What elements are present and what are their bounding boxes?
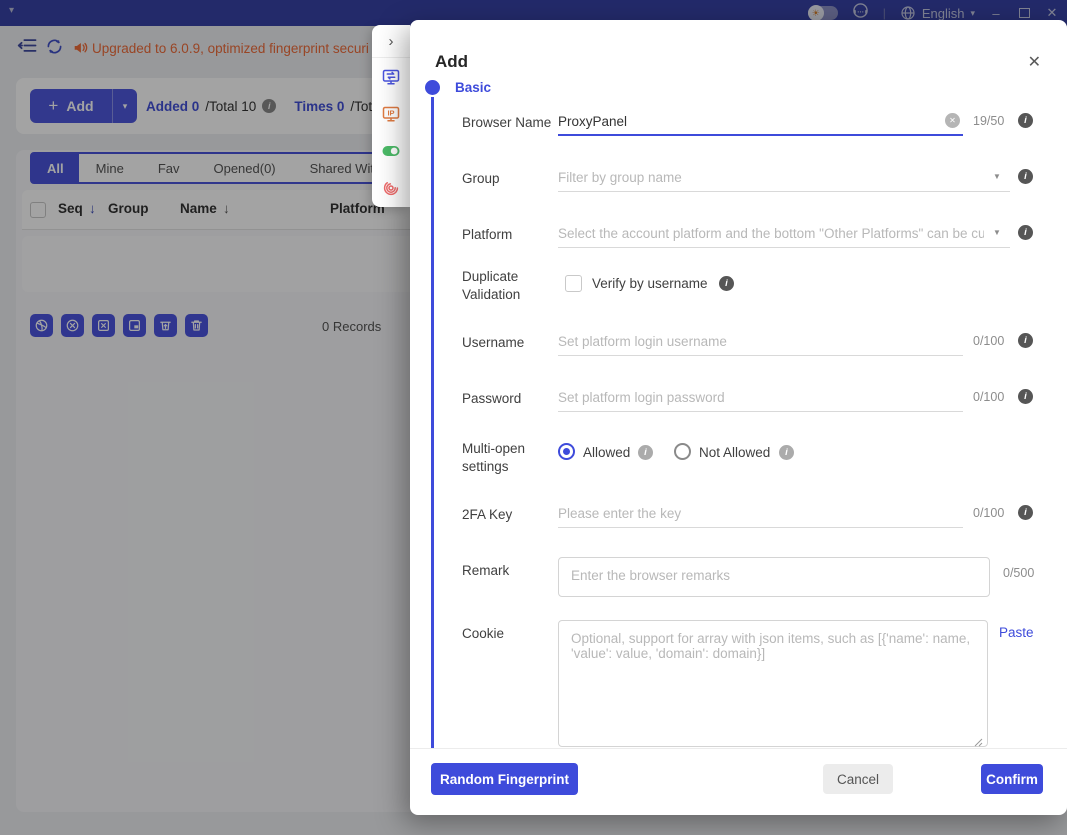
- username-row: Username 0/100 i: [462, 324, 1042, 362]
- duplicate-validation-row: Duplicate Validation Verify by username i: [462, 266, 1042, 314]
- allowed-radio[interactable]: [558, 443, 575, 460]
- group-select[interactable]: [558, 164, 1010, 192]
- ip-check-icon[interactable]: IP: [372, 95, 410, 132]
- remark-counter: 0/500: [1003, 566, 1047, 580]
- verify-username-checkbox[interactable]: [565, 275, 582, 292]
- twofa-row: 2FA Key 0/100 i: [462, 496, 1042, 534]
- allowed-info-icon[interactable]: i: [638, 445, 653, 460]
- password-counter: 0/100: [973, 390, 1017, 404]
- svg-text:IP: IP: [387, 108, 394, 117]
- twofa-counter: 0/100: [973, 506, 1017, 520]
- browser-name-label: Browser Name: [462, 114, 552, 132]
- multi-open-label: Multi-open settings: [462, 440, 552, 476]
- group-label: Group: [462, 170, 552, 188]
- toggle-on-icon[interactable]: [372, 132, 410, 169]
- platform-select[interactable]: [558, 220, 1010, 248]
- clear-input-icon[interactable]: ✕: [945, 113, 960, 128]
- password-info-icon[interactable]: i: [1018, 389, 1033, 404]
- modal-footer: Random Fingerprint Cancel Confirm: [410, 748, 1067, 815]
- screen-sync-icon[interactable]: [372, 58, 410, 95]
- paste-link[interactable]: Paste: [999, 625, 1034, 640]
- add-browser-modal: Add ✕ Basic Browser Name ✕ 19/50 i Group…: [410, 20, 1067, 815]
- browser-name-counter: 19/50: [973, 114, 1017, 128]
- multi-open-row: Multi-open settings Allowed i Not Allowe…: [462, 432, 1042, 480]
- modal-close-icon[interactable]: ✕: [1028, 52, 1041, 72]
- browser-name-input[interactable]: [558, 108, 963, 136]
- not-allowed-label: Not Allowed: [699, 445, 770, 460]
- twofa-label: 2FA Key: [462, 506, 552, 524]
- step-line: [431, 97, 434, 748]
- cookie-label: Cookie: [462, 625, 552, 643]
- username-counter: 0/100: [973, 334, 1017, 348]
- not-allowed-radio[interactable]: [674, 443, 691, 460]
- platform-info-icon[interactable]: i: [1018, 225, 1033, 240]
- browser-name-row: Browser Name ✕ 19/50 i: [462, 104, 1042, 142]
- random-fingerprint-button[interactable]: Random Fingerprint: [431, 763, 578, 795]
- password-row: Password 0/100 i: [462, 380, 1042, 418]
- fingerprint-icon[interactable]: [372, 169, 410, 206]
- confirm-button[interactable]: Confirm: [981, 764, 1043, 794]
- group-caret-icon: ▼: [993, 172, 1001, 181]
- platform-label: Platform: [462, 226, 552, 244]
- password-input[interactable]: [558, 384, 963, 412]
- group-info-icon[interactable]: i: [1018, 169, 1033, 184]
- password-label: Password: [462, 390, 552, 408]
- cookie-textarea[interactable]: [558, 620, 988, 747]
- remark-textarea[interactable]: [558, 557, 990, 597]
- platform-row: Platform ▼ i: [462, 216, 1042, 254]
- remark-label: Remark: [462, 562, 552, 580]
- twofa-input[interactable]: [558, 500, 963, 528]
- browser-name-info-icon[interactable]: i: [1018, 113, 1033, 128]
- remark-row: Remark 0/500: [462, 550, 1042, 600]
- group-row: Group ▼ i: [462, 160, 1042, 198]
- panel-collapse-button[interactable]: ›: [372, 25, 410, 58]
- allowed-label: Allowed: [583, 445, 630, 460]
- username-info-icon[interactable]: i: [1018, 333, 1033, 348]
- username-label: Username: [462, 334, 552, 352]
- twofa-info-icon[interactable]: i: [1018, 505, 1033, 520]
- cancel-button[interactable]: Cancel: [823, 764, 893, 794]
- duplicate-validation-label: Duplicate Validation: [462, 268, 552, 304]
- verify-username-info-icon[interactable]: i: [719, 276, 734, 291]
- step-dot: [425, 80, 440, 95]
- verify-username-label: Verify by username: [592, 276, 708, 291]
- cookie-row: Cookie Paste: [462, 613, 1042, 768]
- modal-title: Add: [435, 52, 468, 72]
- quick-side-panel: › IP: [372, 25, 410, 207]
- section-basic: Basic: [455, 80, 491, 95]
- not-allowed-info-icon[interactable]: i: [779, 445, 794, 460]
- username-input[interactable]: [558, 328, 963, 356]
- platform-caret-icon: ▼: [993, 228, 1001, 237]
- app-window: ▾ ☀ |: [0, 0, 1067, 835]
